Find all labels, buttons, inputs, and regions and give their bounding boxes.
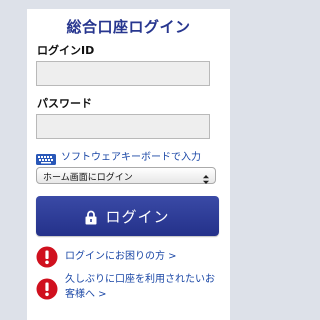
password-label: パスワード: [37, 97, 92, 110]
start-page-select-value: ホーム画面にログイン: [43, 173, 133, 183]
software-keyboard-link[interactable]: ソフトウェアキーボードで入力: [36, 148, 201, 165]
dormant-account-text: 久しぶりに口座を利用されたいお 客様へ >: [65, 272, 215, 302]
login-panel: 総合口座ログイン ログインID パスワード ソフトウェアキーボードで入力 ホーム…: [27, 9, 230, 320]
select-arrows-icon: [202, 170, 210, 184]
dormant-account-link[interactable]: 久しぶりに口座を利用されたいお 客様へ >: [36, 272, 215, 302]
login-id-input[interactable]: [36, 61, 210, 86]
password-input[interactable]: [36, 114, 210, 139]
keyboard-icon: [36, 150, 56, 165]
warning-icon: [36, 246, 58, 268]
login-help-link[interactable]: ログインにお困りの方 >: [36, 246, 177, 268]
dormant-account-label-line1: 久しぶりに口座を利用されたいお: [65, 274, 215, 285]
warning-icon: [36, 278, 58, 300]
panel-title: 総合口座ログイン: [66, 18, 191, 36]
dormant-account-label-line2: 客様へ >: [65, 289, 107, 300]
login-id-label: ログインID: [37, 44, 95, 57]
software-keyboard-label: ソフトウェアキーボードで入力: [61, 151, 201, 163]
login-help-label: ログインにお困りの方 >: [65, 251, 177, 262]
lock-icon: [85, 210, 97, 225]
login-button-label: ログイン: [105, 208, 170, 226]
login-button[interactable]: ログイン: [36, 196, 219, 236]
start-page-select[interactable]: ホーム画面にログイン: [36, 167, 216, 184]
